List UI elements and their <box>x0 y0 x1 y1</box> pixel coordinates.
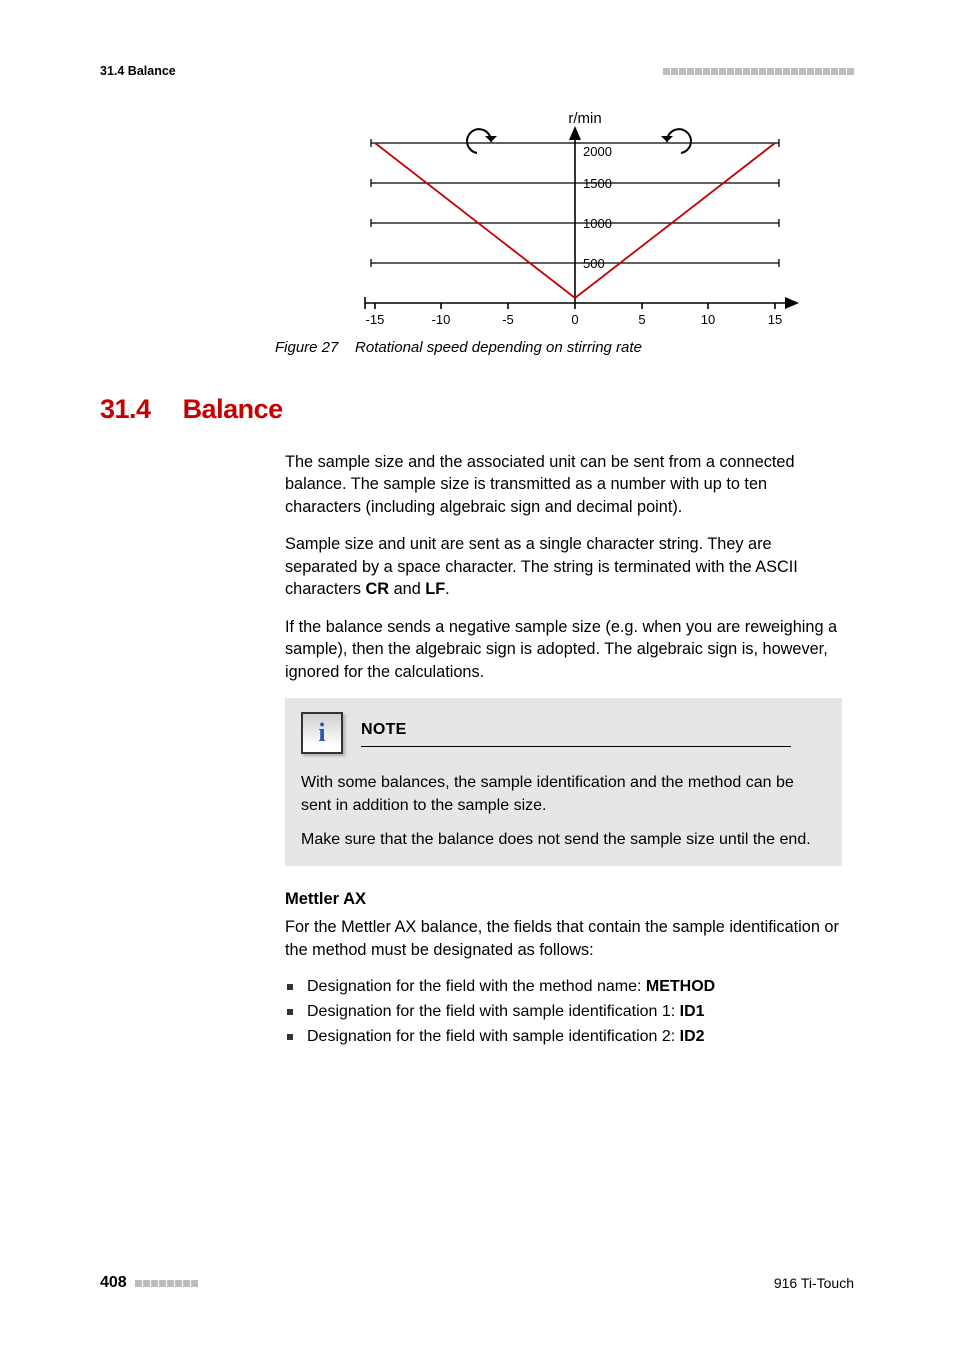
list-item: Designation for the field with the metho… <box>285 976 842 998</box>
page-number: 408 <box>100 1274 127 1292</box>
chart-title: r/min <box>568 110 601 127</box>
paragraph: The sample size and the associated unit … <box>285 451 842 518</box>
header-section-label: 31.4 Balance <box>100 64 176 78</box>
svg-text:10: 10 <box>701 312 715 327</box>
svg-text:-15: -15 <box>366 312 385 327</box>
ccw-rotation-icon <box>467 129 497 153</box>
section-number: 31.4 <box>100 394 151 425</box>
rotational-speed-chart: r/min <box>325 108 825 333</box>
footer-dots <box>135 1280 198 1287</box>
footer-product-label: 916 Ti-Touch <box>774 1275 854 1291</box>
svg-text:0: 0 <box>571 312 578 327</box>
note-callout: i NOTE With some balances, the sample id… <box>285 698 842 865</box>
svg-text:-10: -10 <box>432 312 451 327</box>
bullet-list: Designation for the field with the metho… <box>285 976 842 1048</box>
note-paragraph: Make sure that the balance does not send… <box>301 829 826 851</box>
list-item: Designation for the field with sample id… <box>285 1026 842 1048</box>
cw-rotation-icon <box>661 129 691 153</box>
section-title: Balance <box>183 394 283 425</box>
list-item: Designation for the field with sample id… <box>285 1001 842 1023</box>
paragraph: If the balance sends a negative sample s… <box>285 616 842 683</box>
svg-text:-5: -5 <box>502 312 514 327</box>
svg-text:1500: 1500 <box>583 176 612 191</box>
svg-text:500: 500 <box>583 256 605 271</box>
paragraph: Sample size and unit are sent as a singl… <box>285 533 842 600</box>
paragraph: For the Mettler AX balance, the fields t… <box>285 916 842 961</box>
header-dots <box>663 68 854 75</box>
svg-text:2000: 2000 <box>583 144 612 159</box>
svg-text:5: 5 <box>638 312 645 327</box>
figure-caption: Figure 27 Rotational speed depending on … <box>275 339 854 356</box>
note-label: NOTE <box>361 719 826 741</box>
svg-text:15: 15 <box>768 312 782 327</box>
info-icon: i <box>301 712 343 754</box>
note-paragraph: With some balances, the sample identific… <box>301 772 826 817</box>
subheading: Mettler AX <box>285 888 842 911</box>
svg-text:1000: 1000 <box>583 216 612 231</box>
